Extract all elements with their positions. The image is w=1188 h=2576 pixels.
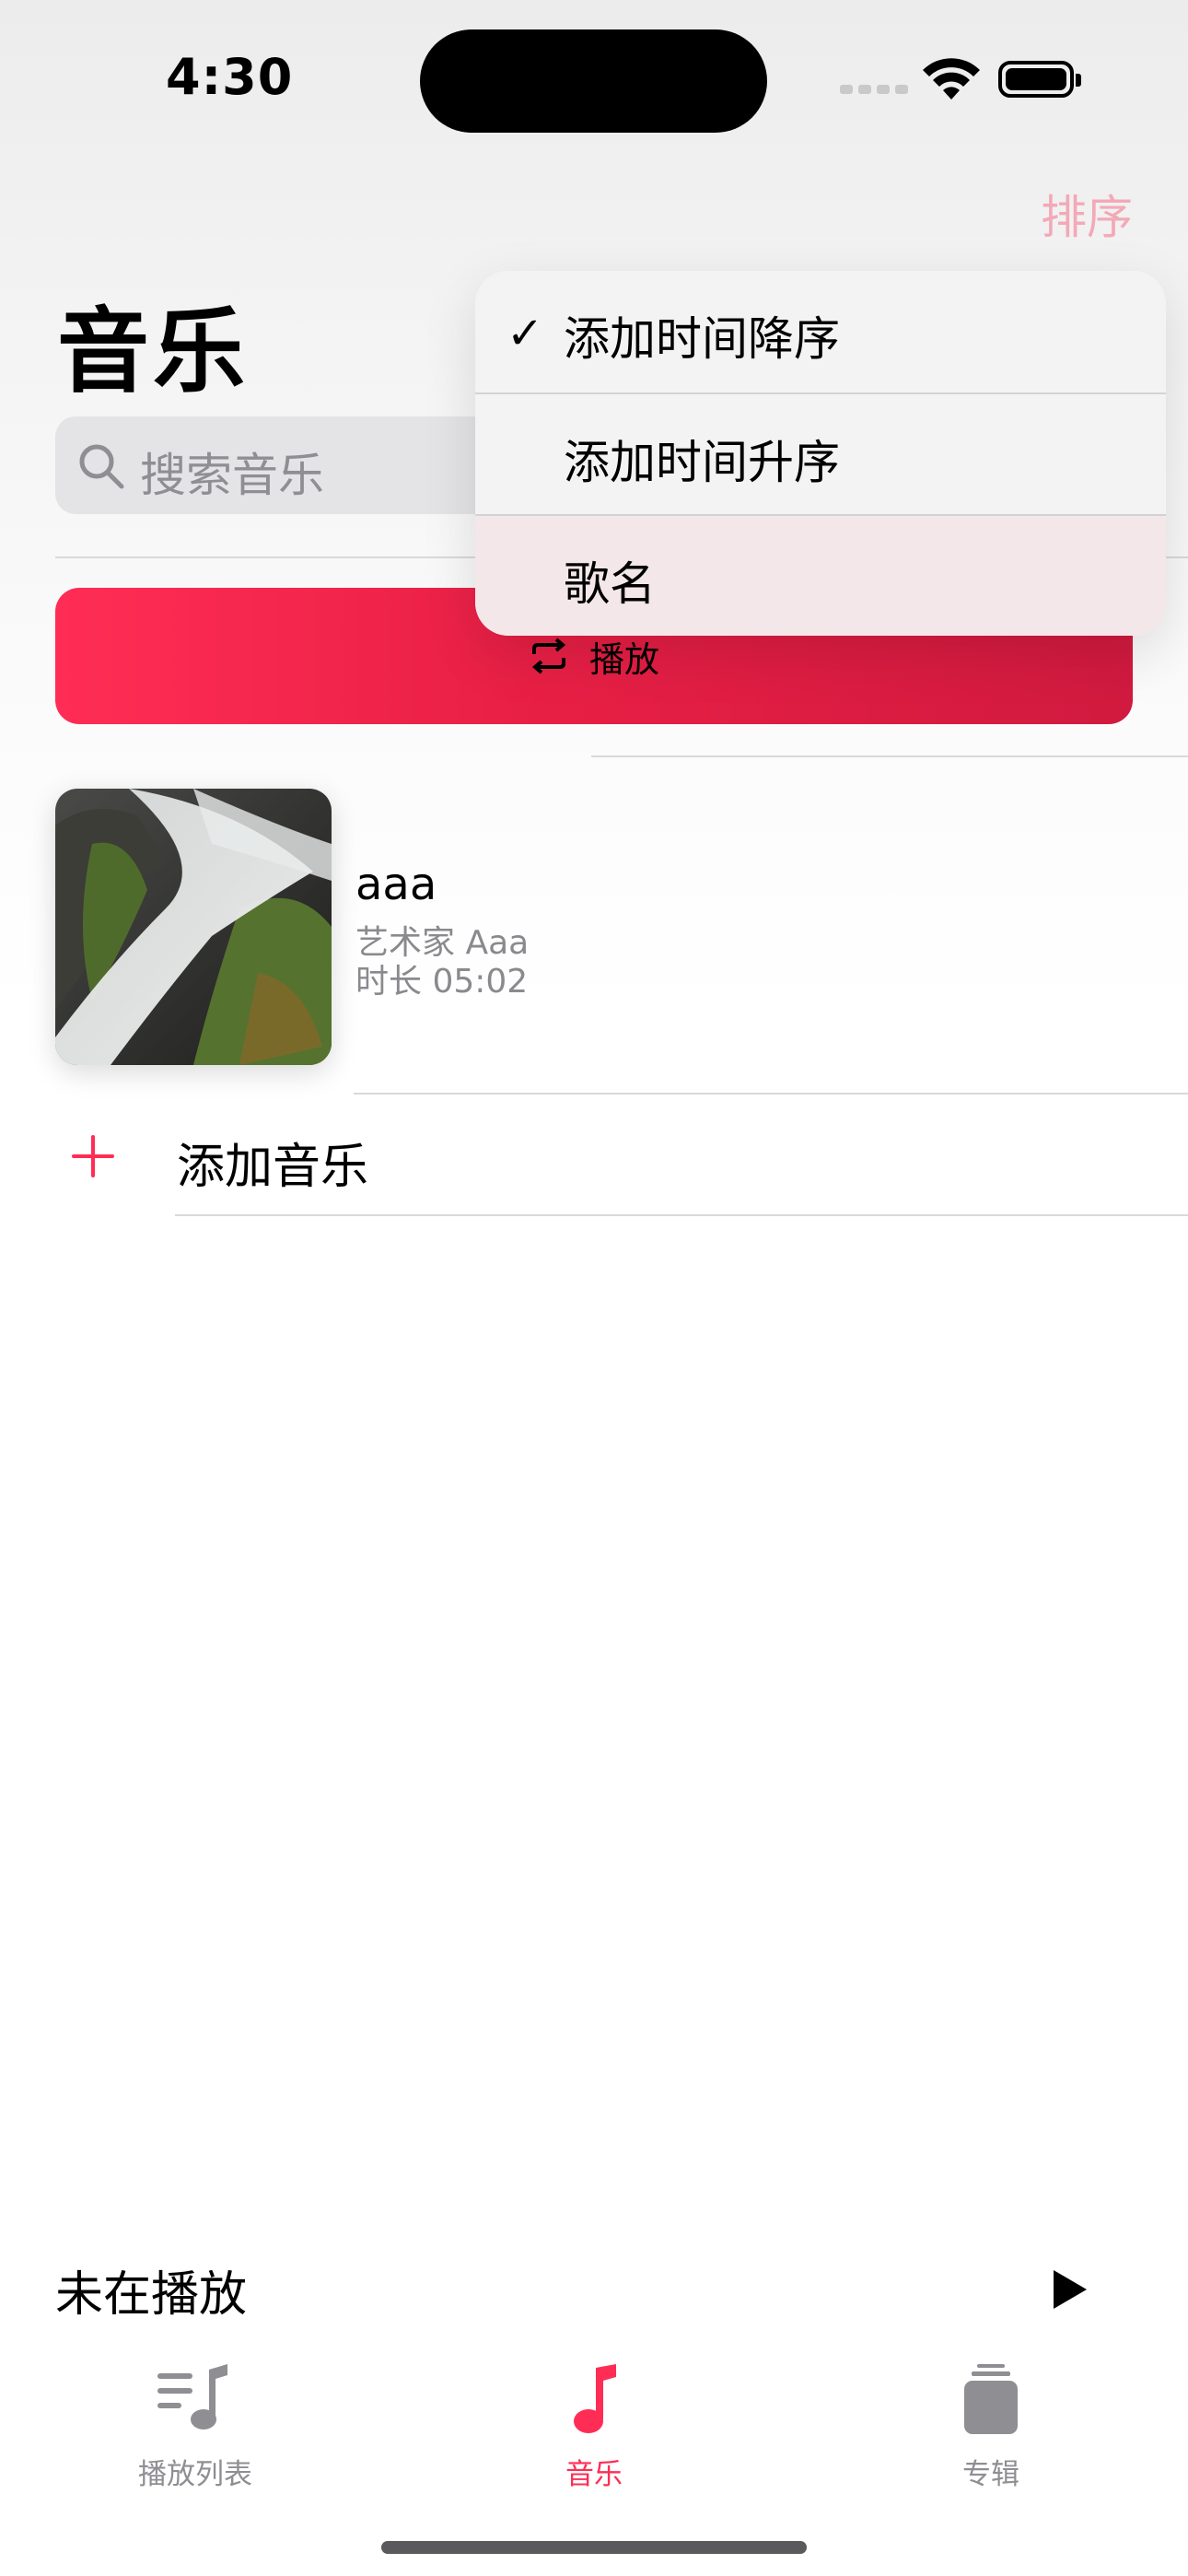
play-icon[interactable]: [1054, 2270, 1087, 2309]
play-all-label: 播放: [588, 638, 659, 680]
add-music-row[interactable]: 添加音乐: [0, 1095, 1188, 1216]
sort-option-date-asc[interactable]: 添加时间升序: [475, 394, 1166, 514]
search-icon: [79, 444, 124, 489]
status-time: 4:30: [166, 48, 294, 106]
song-title: aaa: [355, 859, 437, 910]
tab-music[interactable]: 音乐: [502, 2364, 686, 2492]
sort-menu: ✓ 添加时间降序 添加时间升序 歌名: [475, 271, 1166, 636]
search-placeholder: 搜索音乐: [140, 449, 324, 502]
plus-icon: [72, 1135, 114, 1177]
tab-label: 播放列表: [138, 2458, 252, 2491]
album-stack-icon: [964, 2364, 1018, 2434]
sort-button[interactable]: 排序: [1041, 181, 1133, 247]
divider: [591, 755, 1188, 757]
album-artwork: [55, 789, 332, 1065]
wifi-icon: [923, 58, 980, 100]
music-note-icon: [574, 2364, 616, 2433]
song-duration: 时长 05:02: [355, 963, 529, 1001]
tab-label: 专辑: [962, 2458, 1019, 2491]
tab-albums[interactable]: 专辑: [899, 2364, 1083, 2492]
page-title: 音乐: [57, 298, 249, 405]
checkmark-icon: ✓: [507, 308, 544, 359]
battery-icon: [998, 61, 1081, 98]
playlist-icon: [157, 2364, 227, 2430]
song-row[interactable]: aaa 艺术家 Aaa 时长 05:02: [55, 789, 1188, 1065]
now-playing-label[interactable]: 未在播放: [55, 2255, 247, 2324]
divider: [175, 1214, 1188, 1216]
dynamic-island: [420, 29, 767, 133]
home-indicator: [381, 2541, 807, 2554]
repeat-icon: [531, 638, 566, 674]
tab-label: 音乐: [565, 2458, 623, 2491]
sort-option-date-desc[interactable]: ✓ 添加时间降序: [475, 271, 1166, 391]
add-music-label: 添加音乐: [177, 1140, 369, 1195]
tab-playlists[interactable]: 播放列表: [103, 2364, 287, 2492]
sort-option-title[interactable]: 歌名: [475, 516, 1166, 636]
